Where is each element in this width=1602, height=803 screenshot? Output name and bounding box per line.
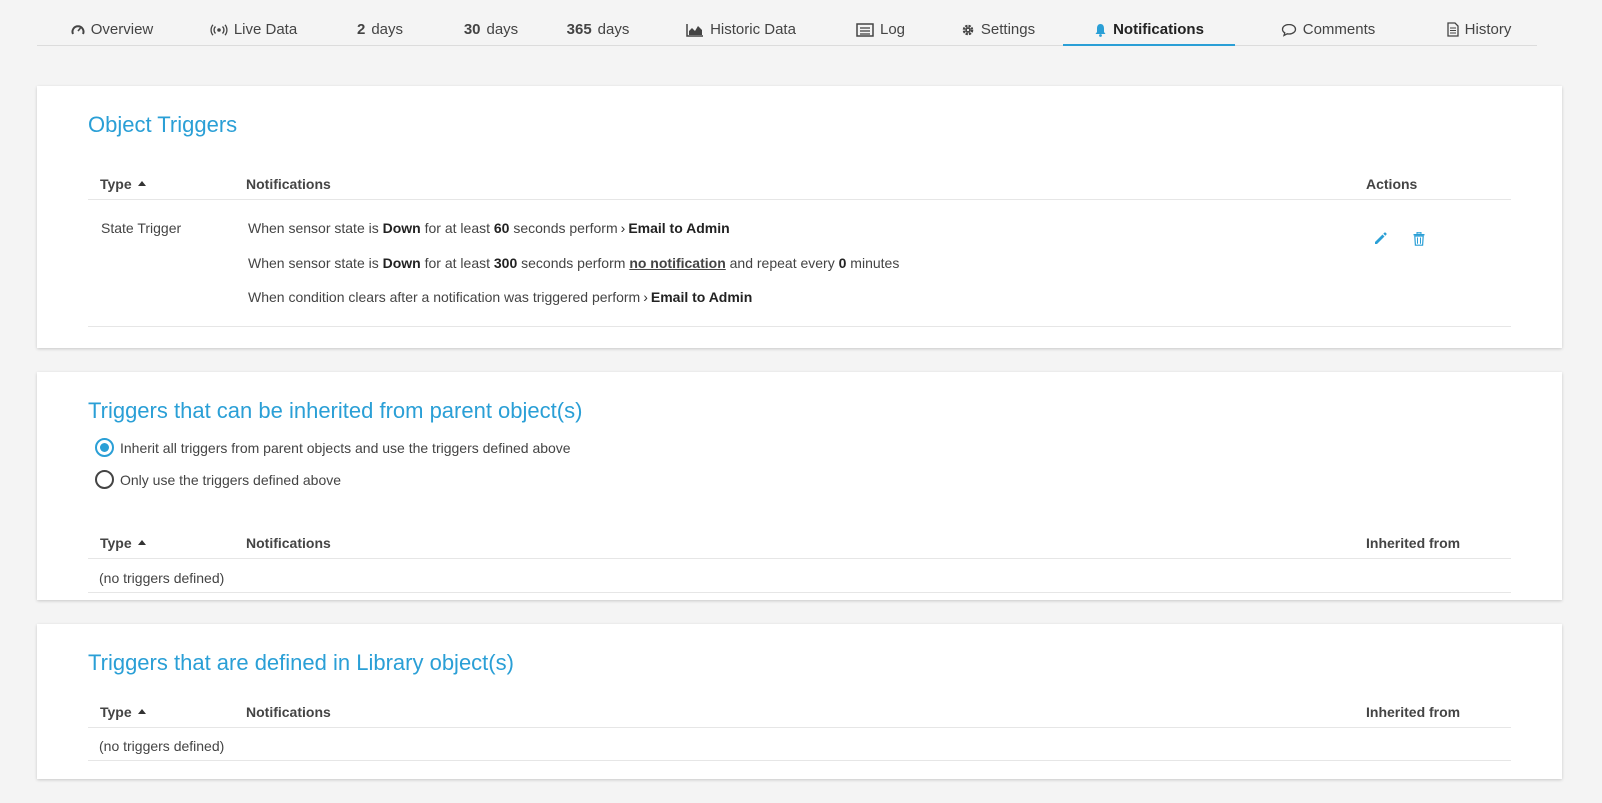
section-title: Triggers that can be inherited from pare… <box>88 398 583 423</box>
sort-ascending-icon <box>137 540 146 545</box>
tab-label: days <box>597 21 630 38</box>
trigger-line-2: When sensor state is Down for at least 3… <box>248 255 899 271</box>
notification-target[interactable]: no notification <box>629 255 725 271</box>
seconds-value: 300 <box>493 255 518 271</box>
radio-label: Inherit all triggers from parent objects… <box>120 439 571 456</box>
seconds-value: 60 <box>493 220 510 236</box>
column-type[interactable]: Type <box>100 704 146 720</box>
notification-target[interactable]: Email to Admin <box>651 289 752 305</box>
tab-365-days[interactable]: 365 days <box>542 15 654 46</box>
tab-number: 2 <box>356 21 366 38</box>
trigger-line-1: When sensor state is Down for at least 6… <box>248 220 730 236</box>
column-inherited-from: Inherited from <box>1366 535 1461 551</box>
radio-label: Only use the triggers defined above <box>120 471 342 488</box>
state-value: Down <box>382 255 421 271</box>
inherit-all-option[interactable]: Inherit all triggers from parent objects… <box>95 438 571 457</box>
tab-comments[interactable]: Comments <box>1235 15 1421 46</box>
column-label: Type <box>100 176 132 192</box>
trash-icon[interactable] <box>1413 231 1425 251</box>
inherited-triggers-card: Triggers that can be inherited from pare… <box>37 372 1562 600</box>
tab-label: Notifications <box>1113 21 1204 38</box>
tab-number: 365 <box>566 21 592 38</box>
radio-button[interactable] <box>95 438 114 457</box>
row-divider <box>88 592 1511 593</box>
tab-2-days[interactable]: 2 days <box>320 15 440 46</box>
sort-ascending-icon <box>137 181 146 186</box>
trigger-line-3: When condition clears after a notificati… <box>248 289 752 305</box>
list-icon <box>856 22 874 37</box>
tab-overview[interactable]: Overview <box>37 15 187 46</box>
notification-target[interactable]: Email to Admin <box>628 220 729 236</box>
text: When condition clears after a notificati… <box>248 289 641 305</box>
area-chart-icon <box>686 23 704 37</box>
tab-live-data[interactable]: Live Data <box>187 15 320 46</box>
text: seconds perform <box>513 220 618 236</box>
column-notifications: Notifications <box>246 704 331 720</box>
column-actions: Actions <box>1366 176 1418 192</box>
column-notifications: Notifications <box>246 176 331 192</box>
section-title: Triggers that are defined in Library obj… <box>88 650 514 675</box>
tab-number: 30 <box>463 21 481 38</box>
radio-button[interactable] <box>95 470 114 489</box>
column-notifications: Notifications <box>246 535 331 551</box>
chevron-right-icon: › <box>620 220 626 236</box>
only-defined-option[interactable]: Only use the triggers defined above <box>95 470 341 489</box>
tab-30-days[interactable]: 30 days <box>440 15 542 46</box>
comment-icon <box>1281 23 1297 37</box>
chevron-right-icon: › <box>643 289 648 305</box>
tab-notifications[interactable]: Notifications <box>1063 15 1235 46</box>
state-value: Down <box>382 220 421 236</box>
broadcast-icon <box>210 23 228 36</box>
tab-label: Overview <box>90 21 154 38</box>
tab-settings[interactable]: Settings <box>933 15 1063 46</box>
column-type[interactable]: Type <box>100 176 146 192</box>
tab-label: History <box>1464 21 1512 38</box>
tab-label: days <box>486 21 519 38</box>
table-header: Type Notifications Actions <box>88 172 1511 200</box>
empty-message: (no triggers defined) <box>99 738 225 754</box>
sort-ascending-icon <box>137 709 146 714</box>
text: seconds perform <box>521 255 626 271</box>
text: for at least <box>424 220 490 236</box>
column-type[interactable]: Type <box>100 535 146 551</box>
tab-label: Log <box>879 21 906 38</box>
tab-label: Settings <box>980 21 1036 38</box>
row-divider <box>88 760 1511 761</box>
tab-historic-data[interactable]: Historic Data <box>654 15 828 46</box>
bell-icon <box>1094 23 1107 37</box>
gear-icon <box>961 23 975 37</box>
row-divider <box>88 326 1511 327</box>
edit-pencil-icon[interactable] <box>1373 232 1387 251</box>
object-triggers-card: Object Triggers Type Notifications Actio… <box>37 86 1562 348</box>
minutes-value: 0 <box>838 255 847 271</box>
text: minutes <box>850 255 900 271</box>
tab-label: Live Data <box>233 21 298 38</box>
tab-bar: Overview Live Data 2 days 30 days 365 da… <box>37 14 1537 46</box>
text: for at least <box>424 255 490 271</box>
column-inherited-from: Inherited from <box>1366 704 1461 720</box>
text: When sensor state is <box>248 255 379 271</box>
gauge-icon <box>71 23 85 37</box>
tab-label: days <box>371 21 404 38</box>
tab-label: Historic Data <box>710 21 796 38</box>
library-triggers-card: Triggers that are defined in Library obj… <box>37 624 1562 779</box>
empty-message: (no triggers defined) <box>99 570 225 586</box>
section-title: Object Triggers <box>88 112 238 137</box>
document-icon <box>1447 22 1459 37</box>
text: and repeat every <box>729 255 835 271</box>
table-header: Type Notifications Inherited from <box>88 700 1511 728</box>
column-label: Type <box>100 535 132 551</box>
trigger-type: State Trigger <box>101 220 182 236</box>
tab-log[interactable]: Log <box>828 15 933 46</box>
table-header: Type Notifications Inherited from <box>88 531 1511 559</box>
tab-history[interactable]: History <box>1421 15 1537 46</box>
column-label: Type <box>100 704 132 720</box>
tab-label: Comments <box>1302 21 1376 38</box>
text: When sensor state is <box>248 220 379 236</box>
